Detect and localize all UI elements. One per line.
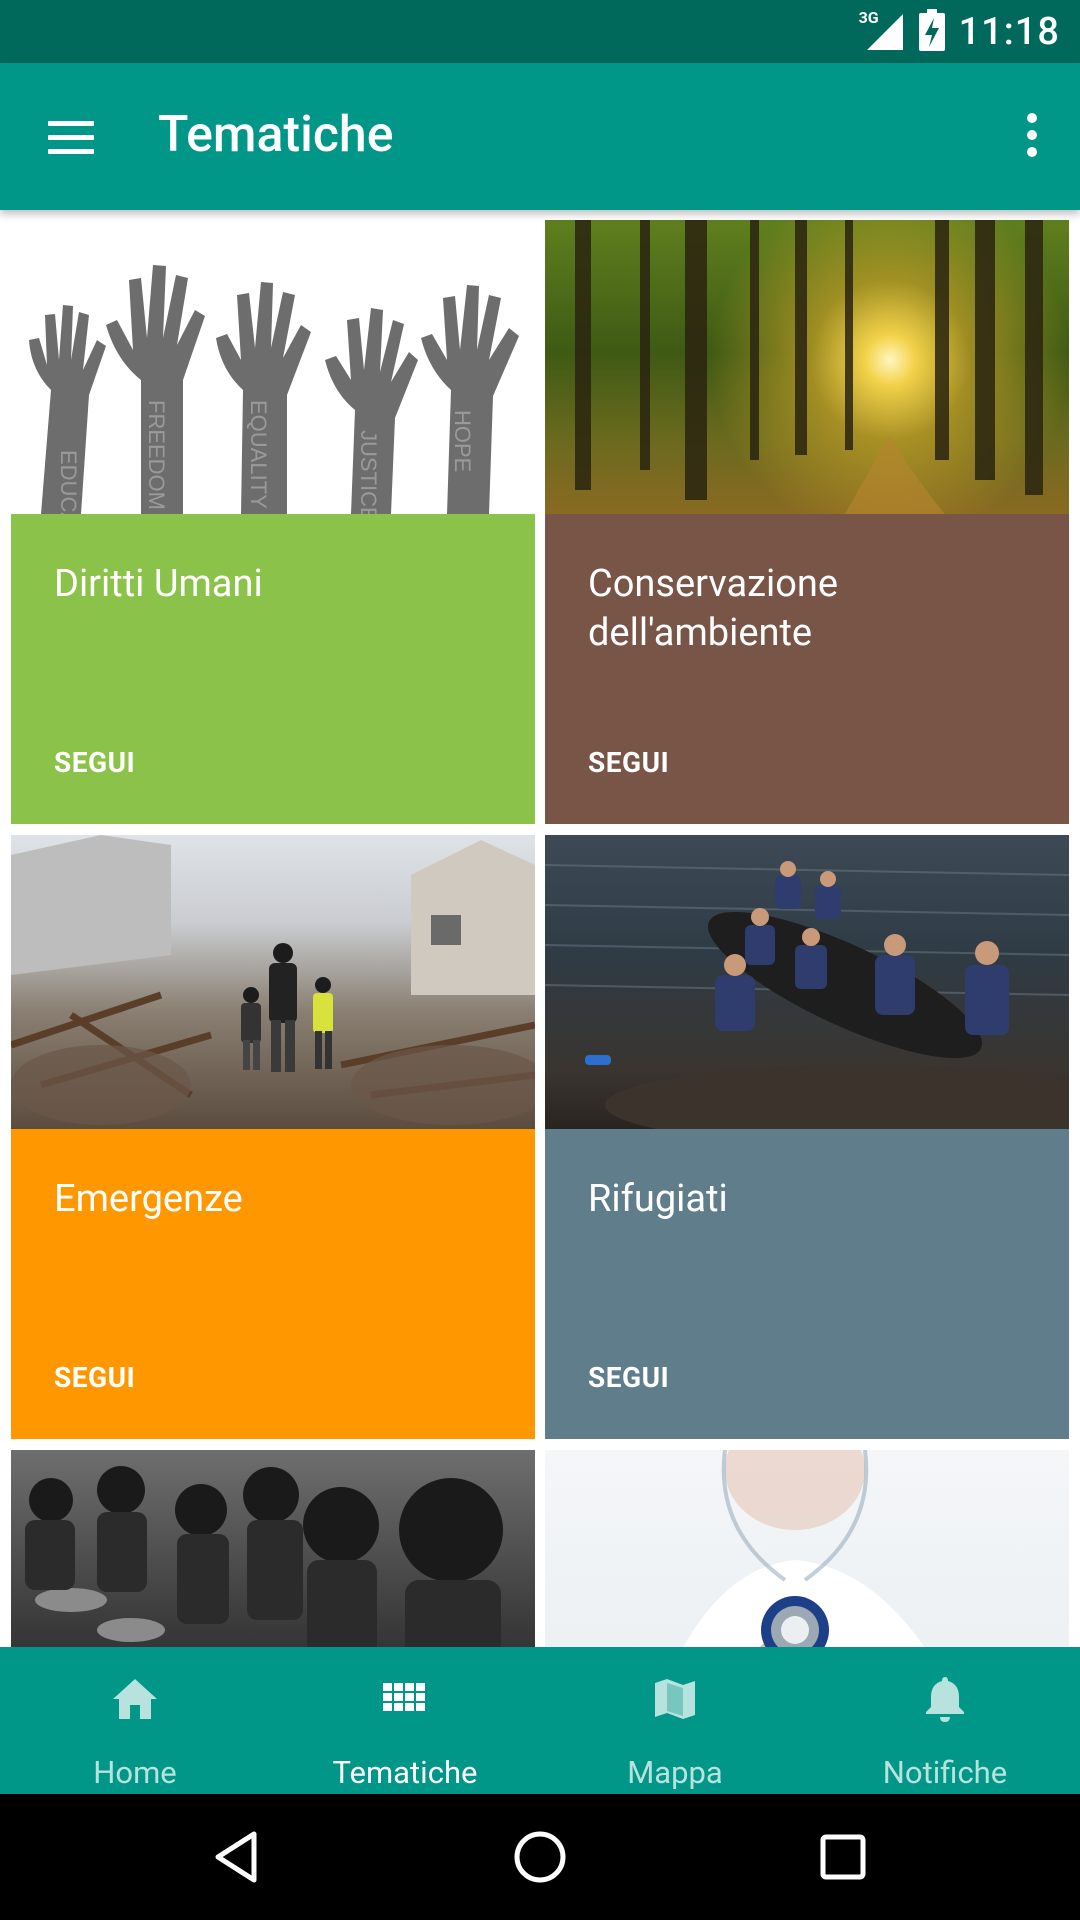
disaster-debris-photo (11, 835, 535, 1129)
nav-label-home: Home (93, 1754, 177, 1791)
children-eating-photo (11, 1450, 535, 1647)
status-bar: 3G 11:18 (0, 0, 1080, 63)
nav-label-notifiche: Notifiche (882, 1754, 1008, 1791)
network-type: 3G (858, 8, 879, 27)
word-hope: HOPE (450, 410, 475, 472)
card-body: Rifugiati SEGUI (545, 1129, 1069, 1439)
back-triangle-icon[interactable] (204, 1824, 270, 1890)
sunlit-forest-photo (545, 220, 1069, 514)
topic-card-conservazione[interactable]: Conservazione dell'ambiente SEGUI (545, 220, 1069, 824)
card-body: Conservazione dell'ambiente SEGUI (545, 514, 1069, 824)
hamburger-menu-icon[interactable] (46, 111, 98, 163)
word-freedom: FREEDOM (144, 400, 169, 510)
card-title: Conservazione dell'ambiente (588, 562, 839, 655)
follow-button[interactable]: SEGUI (54, 746, 135, 779)
nav-label-mappa: Mappa (627, 1754, 723, 1791)
page-title: Tematiche (158, 106, 394, 164)
card-title: Diritti Umani (54, 562, 263, 606)
card-title: Rifugiati (588, 1177, 728, 1221)
topic-card-diritti-umani[interactable]: EDUCATION FREEDOM EQUALITY JUSTICE HOPE … (11, 220, 535, 824)
battery-icon (918, 9, 945, 55)
topic-card-6[interactable] (545, 1450, 1069, 1647)
recents-square-icon[interactable] (810, 1824, 876, 1890)
nav-item-home[interactable]: Home (0, 1647, 270, 1794)
raised-hands-illustration: EDUCATION FREEDOM EQUALITY JUSTICE HOPE (11, 220, 535, 514)
home-icon (113, 1679, 157, 1719)
system-navigation-bar (0, 1794, 1080, 1920)
card-title: Emergenze (54, 1177, 243, 1221)
nav-label-tematiche: Tematiche (332, 1754, 478, 1791)
follow-button[interactable]: SEGUI (54, 1361, 135, 1394)
card-body: Diritti Umani SEGUI (11, 514, 535, 824)
topic-card-rifugiati[interactable]: Rifugiati SEGUI (545, 835, 1069, 1439)
more-vert-icon[interactable] (1020, 109, 1044, 165)
map-icon (655, 1679, 695, 1719)
bottom-navigation: Home Tematiche Mappa Notifiche (0, 1647, 1080, 1794)
bell-icon (926, 1677, 964, 1722)
grid-icon (383, 1683, 425, 1711)
topic-card-emergenze[interactable]: Emergenze SEGUI (11, 835, 535, 1439)
topics-grid: EDUCATION FREEDOM EQUALITY JUSTICE HOPE … (0, 210, 1080, 1647)
doctor-stethoscope-photo (545, 1450, 1069, 1647)
word-education: EDUCATION (56, 450, 81, 514)
clock: 11:18 (958, 10, 1060, 54)
word-equality: EQUALITY (246, 400, 271, 509)
nav-item-notifiche[interactable]: Notifiche (810, 1647, 1080, 1794)
nav-item-tematiche[interactable]: Tematiche (270, 1647, 540, 1794)
word-justice: JUSTICE (356, 430, 381, 514)
nav-item-mappa[interactable]: Mappa (540, 1647, 810, 1794)
home-circle-icon[interactable] (507, 1824, 573, 1890)
card-body: Emergenze SEGUI (11, 1129, 535, 1439)
topic-card-5[interactable] (11, 1450, 535, 1647)
app-bar: Tematiche (0, 63, 1080, 210)
refugees-boat-photo (545, 835, 1069, 1129)
signal-icon: 3G (859, 8, 905, 52)
follow-button[interactable]: SEGUI (588, 1361, 669, 1394)
follow-button[interactable]: SEGUI (588, 746, 669, 779)
